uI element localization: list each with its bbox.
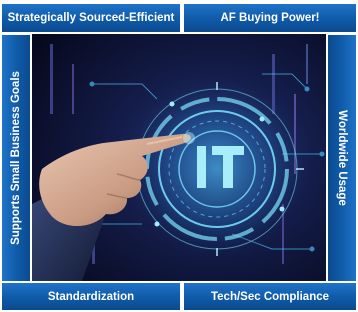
band-strategically-sourced: Strategically Sourced-Efficient — [2, 4, 180, 32]
band-bottom-right-label: Tech/Sec Compliance — [210, 290, 330, 303]
it-hand-photo — [32, 34, 326, 281]
band-af-buying-power: AF Buying Power! — [184, 4, 356, 32]
band-tech-sec-compliance: Tech/Sec Compliance — [184, 283, 356, 310]
band-small-business-goals: Supports Small Business Goals — [2, 35, 30, 281]
band-top-right-label: AF Buying Power! — [220, 12, 320, 24]
it-benefits-graphic: Strategically Sourced-Efficient AF Buyin… — [0, 0, 358, 312]
band-top-left-label: Strategically Sourced-Efficient — [7, 12, 175, 24]
band-right-label: Worldwide Usage — [336, 110, 349, 206]
band-left-label: Supports Small Business Goals — [10, 71, 23, 245]
band-standardization: Standardization — [2, 283, 180, 310]
band-bottom-left-label: Standardization — [47, 290, 135, 303]
band-worldwide-usage: Worldwide Usage — [328, 35, 356, 281]
